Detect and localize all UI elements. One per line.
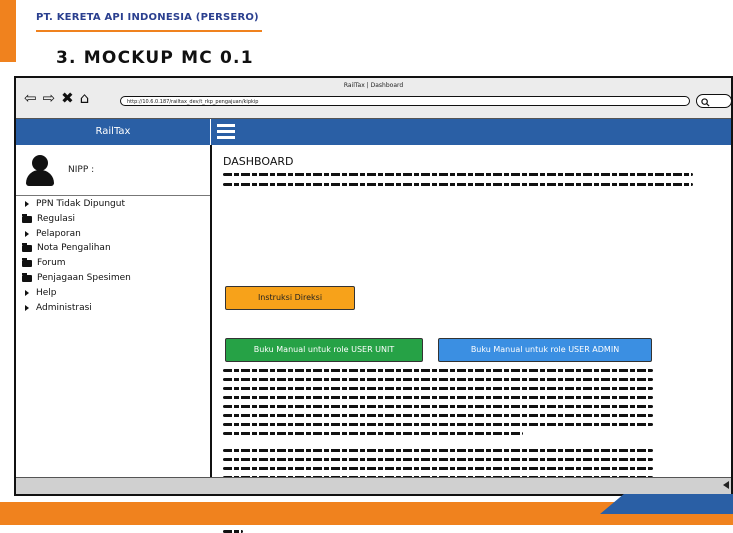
placeholder-text-line [223,405,653,408]
avatar [26,155,54,187]
back-icon[interactable]: ⇦ [24,91,37,106]
browser-window: RailTax | Dashboard ⇦ ⇨ ✖ ⌂ http://10.6.… [14,76,733,533]
brand-header: RailTax [16,119,210,145]
folder-icon [22,272,32,282]
sidebar-menu: PPN Tidak Dipungut Regulasi Pelaporan No… [22,197,131,315]
browser-nav: ⇦ ⇨ ✖ ⌂ [24,91,89,106]
home-icon[interactable]: ⌂ [80,91,90,106]
instruksi-direksi-button[interactable]: Instruksi Direksi [225,286,355,310]
browser-titlebar: RailTax | Dashboard ⇦ ⇨ ✖ ⌂ http://10.6.… [16,78,732,119]
placeholder-text-line [223,458,653,461]
placeholder-text-line [223,423,653,426]
sidebar-item-help[interactable]: Help [22,286,131,301]
search-icon[interactable] [696,94,732,108]
folder-icon [22,213,32,223]
footer-blue-stripe [600,494,733,514]
window-title: RailTax | Dashboard [343,82,404,89]
url-bar[interactable]: http://10.6.0.187/railtax_dev/t_rkp_peng… [120,96,690,106]
sidebar-item-penjagaan-spesimen[interactable]: Penjagaan Spesimen [22,271,131,286]
scroll-left-icon[interactable] [723,481,729,489]
manual-user-unit-button[interactable]: Buku Manual untuk role USER UNIT [225,338,423,362]
horizontal-scrollbar[interactable] [16,477,731,494]
placeholder-text-line [223,467,653,470]
top-navbar [211,119,731,145]
main-content: DASHBOARD Instruksi Direksi Buku Manual … [213,145,731,533]
sidebar: NIPP : PPN Tidak Dipungut Regulasi Pelap… [16,145,212,478]
placeholder-text-line [223,449,653,452]
sidebar-item-administrasi[interactable]: Administrasi [22,301,131,316]
folder-icon [22,258,32,268]
placeholder-text-line [223,414,653,417]
placeholder-text-line [223,432,523,435]
placeholder-text-line [223,173,693,176]
forward-icon[interactable]: ⇨ [43,91,56,106]
sidebar-item-nota-pengalihan[interactable]: Nota Pengalihan [22,241,131,256]
page-title: DASHBOARD [223,155,294,168]
user-panel: NIPP : [16,145,210,196]
close-icon[interactable]: ✖ [61,91,74,106]
sidebar-item-pelaporan[interactable]: Pelaporan [22,227,131,242]
nipp-label: NIPP : [68,165,95,175]
caret-right-icon [25,304,29,311]
slide-accent-bar [0,0,16,62]
placeholder-text-line [223,387,653,390]
caret-right-icon [25,201,29,208]
placeholder-text-line [223,378,653,381]
placeholder-text-line [223,369,653,372]
caret-right-icon [25,290,29,297]
company-name: PT. KERETA API INDONESIA (PERSERO) [36,12,259,23]
caret-right-icon [25,230,29,237]
manual-user-admin-button[interactable]: Buku Manual untuk role USER ADMIN [438,338,652,362]
menu-toggle-icon[interactable] [217,124,235,139]
sidebar-item-forum[interactable]: Forum [22,256,131,271]
placeholder-text-line [223,183,693,186]
placeholder-text-line [223,396,653,399]
header-divider [36,30,262,32]
slide-title: 3. MOCKUP MC 0.1 [56,48,254,68]
sidebar-item-ppn-tidak-dipungut[interactable]: PPN Tidak Dipungut [22,197,131,212]
sidebar-item-regulasi[interactable]: Regulasi [22,212,131,227]
folder-icon [22,243,32,253]
